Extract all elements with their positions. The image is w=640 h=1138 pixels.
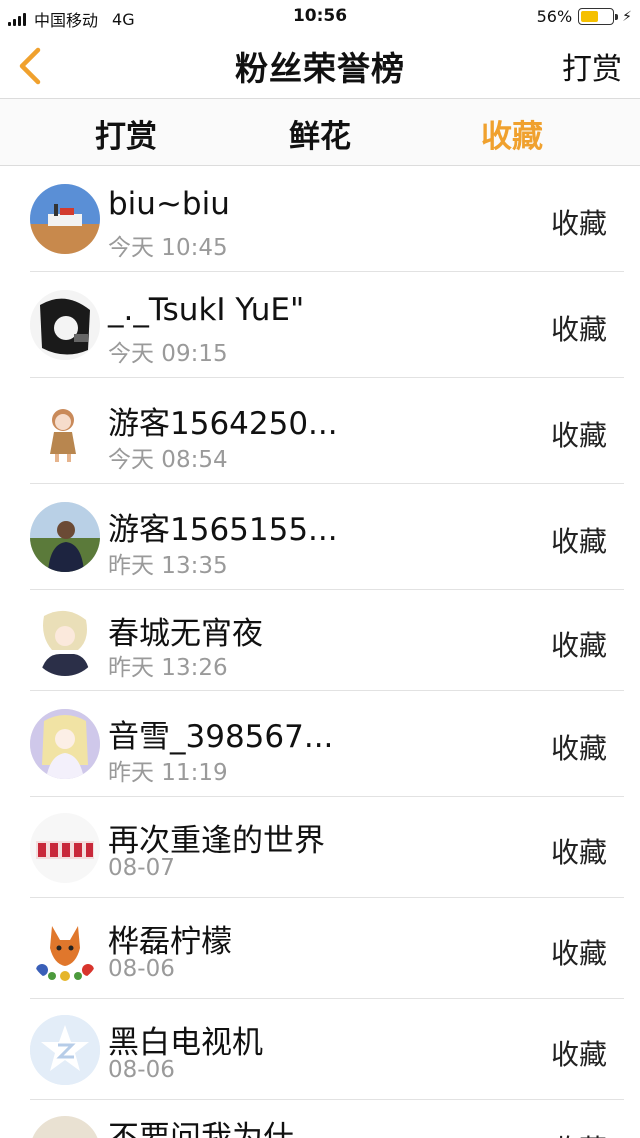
avatar bbox=[30, 502, 100, 572]
tab-flowers[interactable]: 鲜花 bbox=[250, 111, 390, 156]
fan-honor-page: 中国移动 4G 10:56 56% ⚡ 粉丝荣誉榜 打赏 打赏 鲜花 收藏 bi… bbox=[0, 0, 640, 1138]
avatar bbox=[30, 1015, 100, 1085]
tab-reward[interactable]: 打赏 bbox=[56, 111, 196, 156]
fan-time: 昨天 11:19 bbox=[108, 760, 228, 786]
battery-icon bbox=[578, 8, 619, 25]
fan-time: 今天 09:15 bbox=[108, 341, 228, 367]
fan-time: 今天 08:54 bbox=[108, 447, 228, 473]
fan-name: 不要问我为什 bbox=[108, 1120, 294, 1138]
list-item[interactable]: 音雪_398567... 昨天 11:19 收藏 bbox=[0, 691, 640, 797]
tab-bar: 打赏 鲜花 收藏 bbox=[0, 99, 640, 165]
battery-fill bbox=[581, 11, 598, 22]
favorite-label: 收藏 bbox=[550, 207, 607, 240]
list-item[interactable]: biu~biu 今天 10:45 收藏 bbox=[0, 166, 640, 272]
avatar bbox=[30, 290, 100, 360]
favorite-label: 收藏 bbox=[550, 419, 607, 452]
avatar bbox=[30, 914, 100, 984]
list-item[interactable]: 春城无宵夜 昨天 13:26 收藏 bbox=[0, 590, 640, 691]
tab-favorites[interactable]: 收藏 bbox=[442, 111, 582, 156]
list-item[interactable]: 游客1564250... 今天 08:54 收藏 bbox=[0, 378, 640, 484]
fan-name: 桦磊柠檬 bbox=[108, 924, 232, 960]
fan-name: 游客1564250... bbox=[108, 406, 338, 442]
fan-time: 今天 10:45 bbox=[108, 235, 228, 261]
fan-name: _._TsukI YuE" bbox=[108, 292, 305, 328]
fan-time: 昨天 13:35 bbox=[108, 553, 228, 579]
list-item[interactable]: 不要问我为什 收藏 bbox=[0, 1100, 640, 1138]
list-item[interactable]: 桦磊柠檬 08-06 收藏 bbox=[0, 898, 640, 999]
favorite-label: 收藏 bbox=[550, 629, 607, 662]
favorite-label: 收藏 bbox=[550, 937, 607, 970]
fan-name: 音雪_398567... bbox=[108, 719, 334, 755]
avatar bbox=[30, 606, 100, 676]
favorite-label: 收藏 bbox=[550, 1038, 607, 1071]
fan-time: 08-06 bbox=[108, 1057, 175, 1083]
battery-percent: 56% bbox=[536, 7, 573, 26]
avatar bbox=[30, 184, 100, 254]
list-item[interactable]: 黑白电视机 08-06 收藏 bbox=[0, 999, 640, 1100]
fan-name: 春城无宵夜 bbox=[108, 616, 263, 652]
favorite-label: 收藏 bbox=[550, 732, 607, 765]
avatar bbox=[30, 396, 100, 466]
list-item[interactable]: 再次重逢的世界 08-07 收藏 bbox=[0, 797, 640, 898]
avatar bbox=[30, 709, 100, 779]
fan-name: 再次重逢的世界 bbox=[108, 823, 325, 859]
fan-list: biu~biu 今天 10:45 收藏 _._TsukI YuE" 今天 09:… bbox=[0, 166, 640, 1138]
charging-icon: ⚡ bbox=[622, 8, 632, 25]
nav-bar: 粉丝荣誉榜 打赏 bbox=[0, 34, 640, 98]
favorite-label: 收藏 bbox=[551, 1128, 607, 1138]
reward-button[interactable]: 打赏 bbox=[562, 44, 622, 88]
status-bar: 中国移动 4G 10:56 56% ⚡ bbox=[0, 0, 640, 34]
fan-time: 昨天 13:26 bbox=[108, 655, 228, 681]
fan-name: 黑白电视机 bbox=[108, 1025, 263, 1061]
list-item[interactable]: _._TsukI YuE" 今天 09:15 收藏 bbox=[0, 272, 640, 378]
list-item[interactable]: 游客1565155... 昨天 13:35 收藏 bbox=[0, 484, 640, 590]
page-title: 粉丝荣誉榜 bbox=[235, 49, 405, 88]
fan-time: 08-06 bbox=[108, 956, 175, 982]
status-right: 56% ⚡ bbox=[537, 7, 632, 26]
favorite-label: 收藏 bbox=[550, 525, 607, 558]
avatar bbox=[30, 1116, 100, 1138]
fan-name: 游客1565155... bbox=[108, 512, 338, 548]
avatar bbox=[30, 813, 100, 883]
fan-time: 08-07 bbox=[108, 855, 175, 881]
fan-name: biu~biu bbox=[108, 186, 230, 222]
favorite-label: 收藏 bbox=[550, 836, 607, 869]
favorite-label: 收藏 bbox=[550, 313, 607, 346]
